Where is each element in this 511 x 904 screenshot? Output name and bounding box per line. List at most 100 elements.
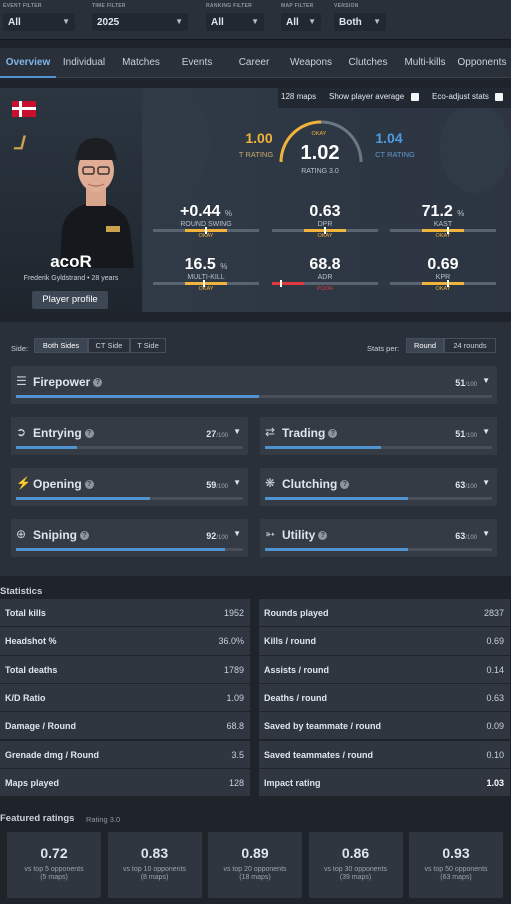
time-filter[interactable]: TIME FILTER 2025 ▼ bbox=[92, 3, 188, 33]
category-bar-fill bbox=[16, 497, 150, 500]
info-icon[interactable]: ? bbox=[80, 531, 89, 541]
expand-caret-icon[interactable]: ▼ bbox=[482, 427, 490, 436]
tab-weapons[interactable]: Weapons bbox=[286, 48, 336, 78]
stats-per-label: Stats per: bbox=[367, 344, 400, 353]
info-icon[interactable]: ? bbox=[340, 480, 350, 490]
category-score: 63/100 bbox=[455, 531, 477, 541]
side-ct[interactable]: CT Side bbox=[88, 338, 130, 353]
hero-stat-bar bbox=[153, 227, 259, 234]
stat-row: Saved by teammate / round 0.09 bbox=[259, 712, 510, 740]
expand-caret-icon[interactable]: ▼ bbox=[482, 529, 490, 538]
hero-stat-value: 16.5 % bbox=[184, 256, 228, 273]
category-bar bbox=[265, 497, 492, 500]
info-icon[interactable]: ? bbox=[84, 480, 94, 490]
hero-stat-marker bbox=[202, 280, 205, 287]
category-name: Utility? bbox=[282, 528, 328, 542]
featured-rating-value: 0.89 bbox=[241, 845, 269, 861]
info-icon[interactable]: ? bbox=[84, 429, 94, 439]
category-opening[interactable]: ⚡ Opening? 59/100 ▼ bbox=[11, 468, 248, 506]
stat-value: 3.5 bbox=[231, 749, 244, 760]
rating-label: RATING 3.0 bbox=[301, 168, 339, 175]
scope-icon: ⊕ bbox=[16, 527, 27, 541]
info-icon[interactable]: ? bbox=[93, 378, 103, 388]
chevron-down-icon: ▼ bbox=[308, 17, 316, 26]
stat-value: 1952 bbox=[223, 608, 244, 618]
stat-key: Saved teammates / round bbox=[264, 749, 374, 760]
category-bar bbox=[265, 446, 492, 449]
side-label: Side: bbox=[11, 344, 29, 353]
tab-matches[interactable]: Matches bbox=[117, 48, 165, 78]
expand-caret-icon[interactable]: ▼ bbox=[233, 427, 241, 436]
player-profile-button[interactable]: Player profile bbox=[32, 291, 108, 309]
per-24-rounds[interactable]: 24 rounds bbox=[444, 338, 496, 353]
stat-row: Saved teammates / round 0.10 bbox=[259, 740, 510, 768]
hero-stat: 0.69 KPR OKAY bbox=[390, 256, 496, 292]
info-icon[interactable]: ? bbox=[328, 429, 338, 439]
featured-rating-value: 0.86 bbox=[341, 845, 370, 861]
eco-adjust-checkbox[interactable] bbox=[495, 93, 503, 101]
per-round[interactable]: Round bbox=[406, 338, 444, 353]
hero-stat-value: 71.2 % bbox=[421, 203, 465, 220]
category-bar bbox=[16, 446, 243, 449]
ct-rating-value: 1.04 bbox=[375, 130, 403, 146]
map-filter[interactable]: MAP FILTER All ▼ bbox=[281, 3, 321, 33]
featured-rating-label: vs top 50 opponents bbox=[424, 866, 488, 873]
stat-key: Impact rating bbox=[264, 777, 321, 788]
eco-adjust-label: Eco-adjust stats bbox=[432, 92, 489, 101]
expand-caret-icon[interactable]: ▼ bbox=[482, 478, 490, 487]
hero-stat-marker bbox=[324, 227, 326, 234]
tab-clutches[interactable]: Clutches bbox=[344, 48, 392, 78]
show-average-checkbox[interactable] bbox=[411, 93, 419, 101]
info-icon[interactable]: ? bbox=[318, 531, 328, 541]
category-utility[interactable]: ➳ Utility? 63/100 ▼ bbox=[260, 519, 497, 557]
event-filter[interactable]: EVENT FILTER All ▼ bbox=[3, 3, 75, 33]
category-score: 59/100 bbox=[206, 480, 228, 490]
stat-row: Damage / Round 68.8 bbox=[0, 712, 250, 740]
stat-row: Total kills 1952 bbox=[0, 599, 250, 627]
side-both[interactable]: Both Sides bbox=[34, 338, 88, 353]
expand-caret-icon[interactable]: ▼ bbox=[233, 478, 241, 487]
tab-career[interactable]: Career bbox=[232, 48, 276, 78]
featured-rating-value: 0.72 bbox=[40, 845, 68, 861]
hero-stat-marker bbox=[447, 227, 450, 234]
category-entrying[interactable]: ➲ Entrying? 27/100 ▼ bbox=[11, 417, 248, 455]
category-name: Firepower? bbox=[33, 375, 103, 389]
side-t[interactable]: T Side bbox=[130, 338, 166, 353]
filter-bar: EVENT FILTER All ▼ TIME FILTER 2025 ▼ RANK… bbox=[0, 0, 511, 40]
category-firepower[interactable]: ☰ Firepower? 51/100 ▼ bbox=[11, 366, 497, 404]
stat-key: Total kills bbox=[5, 608, 46, 618]
hero-stat-bar bbox=[390, 227, 496, 234]
hero-stat: +0.44 % ROUND SWING OKAY bbox=[153, 203, 259, 239]
tab-individual[interactable]: Individual bbox=[58, 48, 110, 78]
version-filter[interactable]: VERSION Both ▼ bbox=[334, 3, 386, 33]
tab-overview[interactable]: Overview bbox=[0, 48, 56, 78]
expand-caret-icon[interactable]: ▼ bbox=[482, 376, 490, 385]
category-bar bbox=[16, 548, 243, 551]
tab-multi-kills[interactable]: Multi-kills bbox=[400, 48, 450, 78]
hero-stat-quality: POOR bbox=[316, 286, 334, 292]
stat-value: 0.09 bbox=[486, 721, 504, 732]
stat-row: Headshot % 36.0% bbox=[0, 627, 250, 655]
tab-opponents[interactable]: Opponents bbox=[454, 48, 510, 78]
expand-caret-icon[interactable]: ▼ bbox=[233, 529, 241, 538]
category-trading[interactable]: ⇄ Trading? 51/100 ▼ bbox=[260, 417, 497, 455]
player-nickname: acoR bbox=[50, 252, 92, 271]
stat-row: Total deaths 1789 bbox=[0, 655, 250, 683]
category-score: 92/100 bbox=[206, 531, 228, 541]
stat-key: Saved by teammate / round bbox=[264, 721, 382, 732]
stat-key: Total deaths bbox=[5, 664, 58, 675]
statistics-title: Statistics bbox=[0, 586, 43, 597]
ranking-filter[interactable]: RANKING FILTER All ▼ bbox=[206, 3, 264, 33]
chevron-down-icon: ▼ bbox=[251, 17, 259, 26]
crosshair-lines-icon: ☰ bbox=[16, 374, 27, 388]
maps-count: 128 maps bbox=[281, 92, 317, 101]
category-sniping[interactable]: ⊕ Sniping? 92/100 ▼ bbox=[11, 519, 248, 557]
stat-key: Assists / round bbox=[264, 664, 330, 675]
hero-stat-label: ADR bbox=[317, 274, 333, 281]
rating-quality: OKAY bbox=[311, 131, 327, 137]
tab-events[interactable]: Events bbox=[175, 48, 219, 78]
hero-stat-quality: OKAY bbox=[435, 286, 451, 292]
category-name: Entrying? bbox=[33, 426, 94, 440]
category-clutching[interactable]: ❋ Clutching? 63/100 ▼ bbox=[260, 468, 497, 506]
category-bar-fill bbox=[265, 548, 408, 551]
